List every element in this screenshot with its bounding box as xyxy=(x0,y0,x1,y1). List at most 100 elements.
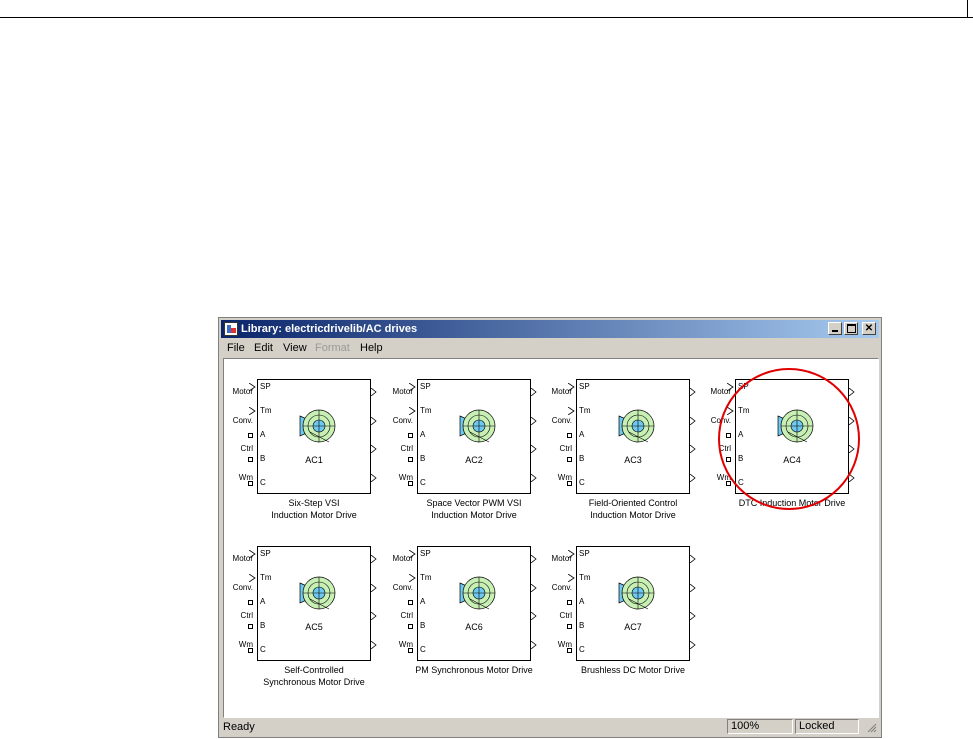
output-port-label: Conv. xyxy=(551,583,572,592)
output-port-arrow-icon[interactable] xyxy=(531,555,537,563)
input-port-arrow-icon[interactable] xyxy=(249,407,256,415)
phase-connection-port-icon[interactable] xyxy=(567,457,572,462)
maximize-button[interactable] xyxy=(844,322,858,335)
output-port-label: Conv. xyxy=(392,583,413,592)
output-port-arrow-icon[interactable] xyxy=(849,388,855,396)
output-port-arrow-icon[interactable] xyxy=(690,388,696,396)
output-port-arrow-icon[interactable] xyxy=(690,584,696,592)
output-port-arrow-icon[interactable] xyxy=(531,388,537,396)
output-port-arrow-icon[interactable] xyxy=(371,612,377,620)
output-port-arrow-icon[interactable] xyxy=(371,555,377,563)
input-port-label-sp: SP xyxy=(260,382,271,391)
block-caption-line: Six-Step VSI xyxy=(288,498,340,508)
phase-port-label-c: C xyxy=(579,645,585,654)
input-port-arrow-icon[interactable] xyxy=(409,407,416,415)
output-port-arrow-icon[interactable] xyxy=(531,445,537,453)
phase-port-label-a: A xyxy=(579,597,585,606)
output-port-arrow-icon[interactable] xyxy=(690,641,696,649)
menu-view[interactable]: View xyxy=(283,342,307,354)
menu-edit[interactable]: Edit xyxy=(254,342,273,354)
output-port-arrow-icon[interactable] xyxy=(531,584,537,592)
output-port-label: Ctrl xyxy=(400,611,413,620)
page-header-tick xyxy=(967,0,968,18)
output-port-label: Motor xyxy=(710,387,731,396)
output-port-arrow-icon[interactable] xyxy=(371,388,377,396)
menu-help[interactable]: Help xyxy=(360,342,383,354)
simulink-app-icon[interactable] xyxy=(224,322,238,336)
motor-icon xyxy=(459,576,496,610)
input-port-label-sp: SP xyxy=(738,382,749,391)
page-header-rule xyxy=(0,17,973,18)
close-button[interactable]: ✕ xyxy=(862,322,876,335)
input-port-arrow-icon[interactable] xyxy=(568,574,575,582)
output-port-label: Motor xyxy=(232,387,253,396)
phase-connection-port-icon[interactable] xyxy=(567,433,572,438)
output-port-label: Conv. xyxy=(232,416,253,425)
phase-connection-port-icon[interactable] xyxy=(248,433,253,438)
phase-port-label-c: C xyxy=(260,478,266,487)
title-bar[interactable]: Library: electricdrivelib/AC drives ✕ xyxy=(221,320,879,338)
status-text: Ready xyxy=(223,721,255,733)
output-port-arrow-icon[interactable] xyxy=(690,555,696,563)
phase-connection-port-icon[interactable] xyxy=(726,433,731,438)
phase-connection-port-icon[interactable] xyxy=(408,600,413,605)
output-port-label: Conv. xyxy=(710,416,731,425)
phase-connection-port-icon[interactable] xyxy=(248,457,253,462)
output-port-label: Wm xyxy=(557,640,572,649)
phase-port-label-c: C xyxy=(579,478,585,487)
output-port-arrow-icon[interactable] xyxy=(849,445,855,453)
input-port-arrow-icon[interactable] xyxy=(249,574,256,582)
output-port-arrow-icon[interactable] xyxy=(849,417,855,425)
output-port-label: Ctrl xyxy=(559,611,572,620)
library-canvas[interactable]: SP Tm A B C Motor Conv. Ctrl Wm AC7 Brushless DC … xyxy=(223,358,879,718)
phase-connection-port-icon[interactable] xyxy=(408,457,413,462)
input-port-label-sp: SP xyxy=(260,549,271,558)
menu-format: Format xyxy=(315,342,350,354)
close-icon: ✕ xyxy=(864,323,874,334)
output-port-arrow-icon[interactable] xyxy=(690,612,696,620)
output-port-label: Motor xyxy=(551,554,572,563)
input-port-arrow-icon[interactable] xyxy=(409,574,416,582)
motor-icon xyxy=(618,409,655,443)
block-caption[interactable]: Six-Step VSI Induction Motor Drive xyxy=(217,497,411,521)
output-port-arrow-icon[interactable] xyxy=(690,445,696,453)
motor-icon xyxy=(299,576,336,610)
phase-connection-port-icon[interactable] xyxy=(726,457,731,462)
output-port-arrow-icon[interactable] xyxy=(531,612,537,620)
phase-connection-port-icon[interactable] xyxy=(408,624,413,629)
phase-port-label-a: A xyxy=(579,430,585,439)
output-port-arrow-icon[interactable] xyxy=(690,474,696,482)
phase-connection-port-icon[interactable] xyxy=(408,433,413,438)
phase-port-label-a: A xyxy=(420,597,426,606)
phase-connection-port-icon[interactable] xyxy=(248,600,253,605)
phase-port-label-c: C xyxy=(420,478,426,487)
input-port-label-tm: Tm xyxy=(420,573,432,582)
output-port-arrow-icon[interactable] xyxy=(531,417,537,425)
output-port-arrow-icon[interactable] xyxy=(531,641,537,649)
block-id-label: AC6 xyxy=(465,622,483,632)
zoom-level: 100% xyxy=(727,719,793,734)
output-port-arrow-icon[interactable] xyxy=(690,417,696,425)
input-port-label-tm: Tm xyxy=(579,573,591,582)
menu-file[interactable]: File xyxy=(227,342,245,354)
output-port-arrow-icon[interactable] xyxy=(371,584,377,592)
phase-connection-port-icon[interactable] xyxy=(248,624,253,629)
phase-connection-port-icon[interactable] xyxy=(567,624,572,629)
output-port-arrow-icon[interactable] xyxy=(371,474,377,482)
output-port-arrow-icon[interactable] xyxy=(371,445,377,453)
output-port-arrow-icon[interactable] xyxy=(849,474,855,482)
output-port-arrow-icon[interactable] xyxy=(531,474,537,482)
maximize-icon xyxy=(847,324,856,333)
output-port-label: Wm xyxy=(716,473,731,482)
output-port-arrow-icon[interactable] xyxy=(371,641,377,649)
resize-grip-icon[interactable] xyxy=(866,722,877,733)
output-port-arrow-icon[interactable] xyxy=(371,417,377,425)
input-port-arrow-icon[interactable] xyxy=(727,407,734,415)
block-caption[interactable]: Self-Controlled Synchronous Motor Drive xyxy=(217,664,411,688)
input-port-arrow-icon[interactable] xyxy=(568,407,575,415)
status-bar: Ready 100% Locked xyxy=(221,718,879,735)
minimize-button[interactable] xyxy=(828,322,842,335)
phase-connection-port-icon[interactable] xyxy=(567,600,572,605)
block-caption-line: Self-Controlled xyxy=(284,665,344,675)
block-id-label: AC4 xyxy=(783,455,801,465)
